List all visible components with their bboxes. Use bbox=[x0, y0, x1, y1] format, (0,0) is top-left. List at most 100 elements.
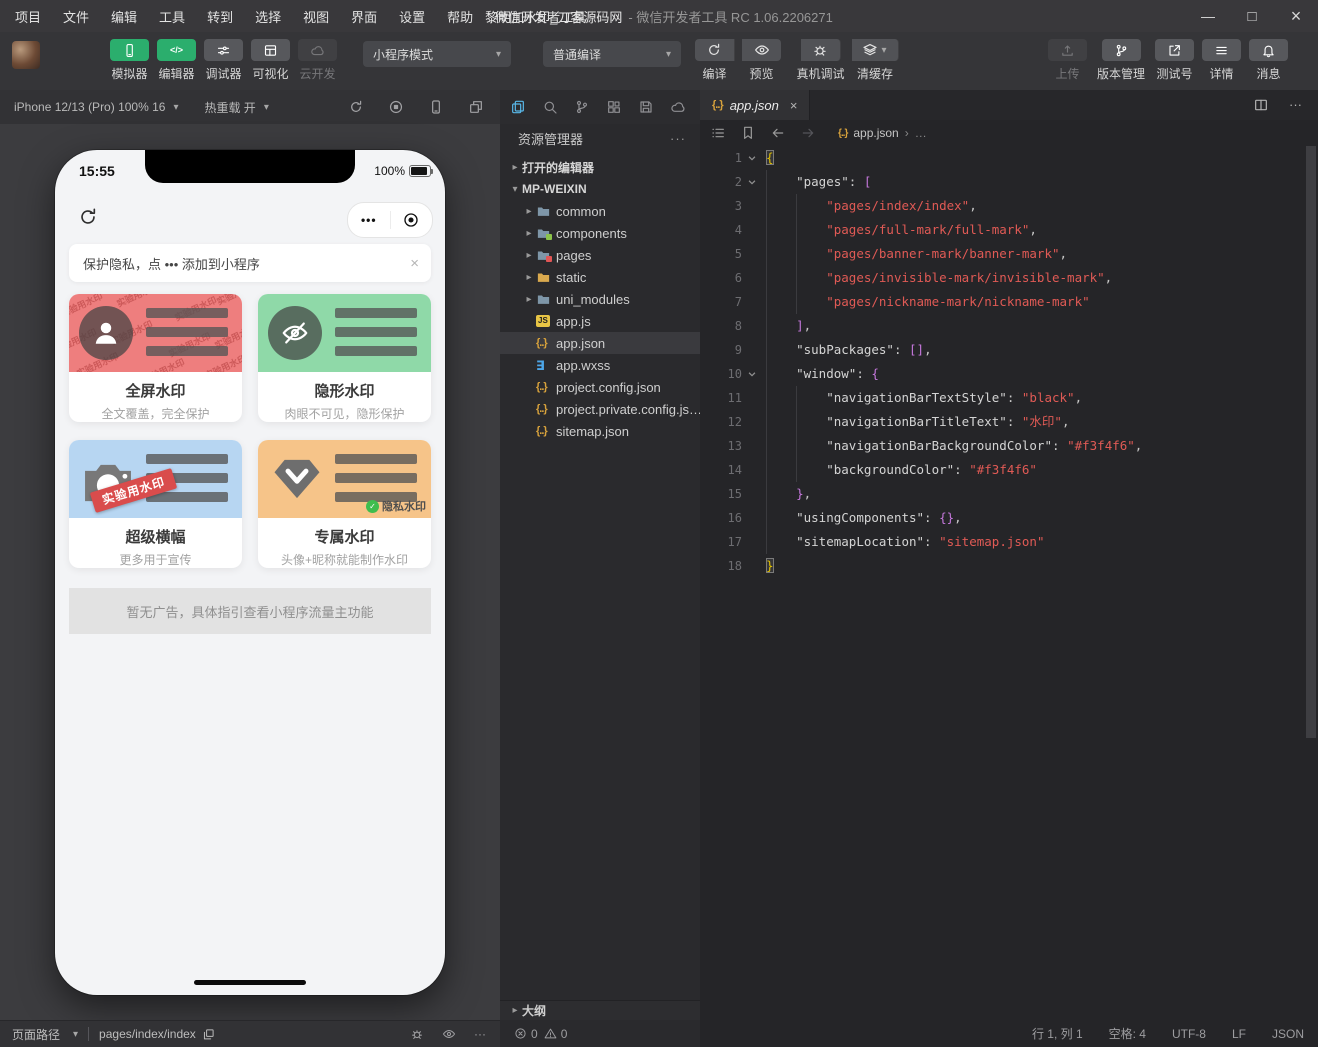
extensions-icon[interactable] bbox=[606, 99, 622, 115]
menu-item-工具[interactable]: 工具 bbox=[150, 4, 194, 29]
tab-app-json[interactable]: {..} app.json × bbox=[700, 90, 811, 120]
outline-section[interactable]: ▸ 大纲 bbox=[500, 1000, 700, 1020]
code-line-6[interactable]: 6 "pages/invisible-mark/invisible-mark", bbox=[700, 266, 1318, 290]
tree-item-project.config.json[interactable]: {..} project.config.json bbox=[500, 376, 700, 398]
tree-item-app.wxss[interactable]: ∃ app.wxss bbox=[500, 354, 700, 376]
feature-card-2[interactable]: 隐形水印 肉眼不可见，隐形保护 bbox=[258, 294, 431, 422]
menu-item-设置[interactable]: 设置 bbox=[390, 4, 434, 29]
hot-reload-toggle[interactable]: 热重载 开 ▾ bbox=[198, 95, 274, 120]
rotate-device-icon[interactable] bbox=[348, 99, 364, 115]
fold-chevron-icon[interactable] bbox=[742, 362, 762, 386]
code-line-7[interactable]: 7 "pages/nickname-mark/nickname-mark" bbox=[700, 290, 1318, 314]
menu-item-文件[interactable]: 文件 bbox=[54, 4, 98, 29]
bookmark-icon[interactable] bbox=[740, 125, 756, 141]
toolbar-button-debugger[interactable]: 调试器 bbox=[200, 39, 247, 82]
tree-item-project.private.config.js…[interactable]: {..} project.private.config.js… bbox=[500, 398, 702, 420]
code-line-15[interactable]: 15 }, bbox=[700, 482, 1318, 506]
code-line-9[interactable]: 9 "subPackages": [], bbox=[700, 338, 1318, 362]
code-line-13[interactable]: 13 "navigationBarBackgroundColor": "#f3f… bbox=[700, 434, 1318, 458]
cloud-icon[interactable] bbox=[670, 99, 686, 115]
code-line-17[interactable]: 17 "sitemapLocation": "sitemap.json" bbox=[700, 530, 1318, 554]
outline-list-icon[interactable] bbox=[710, 125, 726, 141]
more-actions-icon[interactable]: ··· bbox=[670, 131, 686, 146]
capsule-button[interactable]: ••• bbox=[347, 202, 433, 238]
device-select[interactable]: iPhone 12/13 (Pro) 100% 16 ▾ bbox=[8, 96, 184, 118]
record-icon[interactable] bbox=[388, 99, 404, 115]
eol-setting[interactable]: LF bbox=[1232, 1027, 1246, 1041]
tree-item-MP-WEIXIN[interactable]: ▾ MP-WEIXIN bbox=[500, 178, 700, 200]
language-mode[interactable]: JSON bbox=[1272, 1027, 1304, 1041]
npm-save-icon[interactable] bbox=[638, 99, 654, 115]
menu-item-视图[interactable]: 视图 bbox=[294, 4, 338, 29]
menu-item-编辑[interactable]: 编辑 bbox=[102, 4, 146, 29]
mode-select[interactable]: 小程序模式 ▾ bbox=[363, 41, 511, 67]
tree-item-pages[interactable]: ▸ pages bbox=[500, 244, 700, 266]
close-tab-icon[interactable]: × bbox=[790, 98, 798, 113]
toolbar-button-simulator[interactable]: 模拟器 bbox=[106, 39, 153, 82]
feature-card-1[interactable]: 实验用水印实验用水印实验用水印实验用水印实验用水印实验用水印实验用水印实验用水印… bbox=[69, 294, 242, 422]
menu-item-转到[interactable]: 转到 bbox=[198, 4, 242, 29]
cursor-position[interactable]: 行 1, 列 1 bbox=[1032, 1025, 1083, 1042]
editor-scrollbar[interactable] bbox=[1306, 146, 1316, 738]
more-actions-icon[interactable]: ··· bbox=[474, 1027, 486, 1041]
code-line-16[interactable]: 16 "usingComponents": {}, bbox=[700, 506, 1318, 530]
toolbar-button-messages[interactable]: 消息 bbox=[1245, 39, 1292, 82]
device-frame-icon[interactable] bbox=[428, 99, 444, 115]
compile-button[interactable]: 编译 bbox=[691, 39, 738, 82]
code-line-1[interactable]: 1{ bbox=[700, 146, 1318, 170]
copy-icon[interactable] bbox=[202, 1028, 215, 1041]
minimize-icon[interactable]: — bbox=[1186, 0, 1230, 32]
problems-indicator[interactable]: 0 0 bbox=[500, 1020, 700, 1047]
tree-item-app.js[interactable]: JS app.js bbox=[500, 310, 700, 332]
tree-item-common[interactable]: ▸ common bbox=[500, 200, 700, 222]
tree-item-sitemap.json[interactable]: {..} sitemap.json bbox=[500, 420, 700, 442]
toolbar-button-details[interactable]: 详情 bbox=[1198, 39, 1245, 82]
code-line-5[interactable]: 5 "pages/banner-mark/banner-mark", bbox=[700, 242, 1318, 266]
clear-cache-button[interactable]: ▾ 清缓存 bbox=[848, 39, 902, 82]
code-line-12[interactable]: 12 "navigationBarTitleText": "水印", bbox=[700, 410, 1318, 434]
files-icon[interactable] bbox=[510, 99, 526, 115]
menu-item-微信开发者工具[interactable]: 微信开发者工具 bbox=[486, 4, 595, 29]
close-icon[interactable]: × bbox=[410, 255, 419, 272]
git-branch-icon[interactable] bbox=[574, 99, 590, 115]
code-line-14[interactable]: 14 "backgroundColor": "#f3f4f6" bbox=[700, 458, 1318, 482]
toolbar-button-version-control[interactable]: 版本管理 bbox=[1091, 39, 1151, 82]
search-icon[interactable] bbox=[542, 99, 558, 115]
menu-item-选择[interactable]: 选择 bbox=[246, 4, 290, 29]
toolbar-button-editor[interactable]: </> 编辑器 bbox=[153, 39, 200, 82]
fold-chevron-icon[interactable] bbox=[742, 146, 762, 170]
code-line-10[interactable]: 10 "window": { bbox=[700, 362, 1318, 386]
close-icon[interactable]: × bbox=[1274, 0, 1318, 32]
feature-card-3[interactable]: 实验用水印 超级横幅 更多用于宣传 bbox=[69, 440, 242, 568]
navigate-back-icon[interactable] bbox=[770, 125, 786, 141]
fold-chevron-icon[interactable] bbox=[742, 170, 762, 194]
menu-item-项目[interactable]: 项目 bbox=[6, 4, 50, 29]
navigate-forward-icon[interactable] bbox=[800, 125, 816, 141]
more-menu-icon[interactable]: ••• bbox=[348, 213, 390, 227]
code-line-4[interactable]: 4 "pages/full-mark/full-mark", bbox=[700, 218, 1318, 242]
maximize-icon[interactable]: □ bbox=[1230, 0, 1274, 32]
encoding-setting[interactable]: UTF-8 bbox=[1172, 1027, 1206, 1041]
toolbar-button-cloud-dev[interactable]: 云开发 bbox=[294, 39, 341, 82]
code-line-3[interactable]: 3 "pages/index/index", bbox=[700, 194, 1318, 218]
menu-item-帮助[interactable]: 帮助 bbox=[438, 4, 482, 29]
code-area[interactable]: 1{2 "pages": [3 "pages/index/index", 4 "p… bbox=[700, 146, 1318, 578]
indentation-setting[interactable]: 空格: 4 bbox=[1109, 1025, 1146, 1042]
user-avatar[interactable] bbox=[12, 41, 40, 69]
tree-item-static[interactable]: ▸ static bbox=[500, 266, 700, 288]
page-refresh-icon[interactable] bbox=[77, 206, 99, 228]
preview-eye-icon[interactable] bbox=[442, 1027, 456, 1041]
code-line-18[interactable]: 18} bbox=[700, 554, 1318, 578]
page-path-select[interactable]: 页面路径 ▾ bbox=[12, 1026, 78, 1043]
tree-item-打开的编辑器[interactable]: ▸ 打开的编辑器 bbox=[500, 156, 700, 178]
device-debug-button[interactable]: 真机调试 bbox=[797, 39, 845, 82]
code-line-8[interactable]: 8 ], bbox=[700, 314, 1318, 338]
split-editor-icon[interactable] bbox=[1253, 97, 1269, 113]
code-line-11[interactable]: 11 "navigationBarTextStyle": "black", bbox=[700, 386, 1318, 410]
vconsole-bug-icon[interactable] bbox=[410, 1027, 424, 1041]
compile-mode-select[interactable]: 普通编译 ▾ bbox=[543, 41, 681, 67]
menu-item-界面[interactable]: 界面 bbox=[342, 4, 386, 29]
close-target-icon[interactable] bbox=[391, 211, 433, 229]
tree-item-uni_modules[interactable]: ▸ uni_modules bbox=[500, 288, 700, 310]
feature-card-4[interactable]: ✓ 隐私水印 专属水印 头像+昵称就能制作水印 bbox=[258, 440, 431, 568]
